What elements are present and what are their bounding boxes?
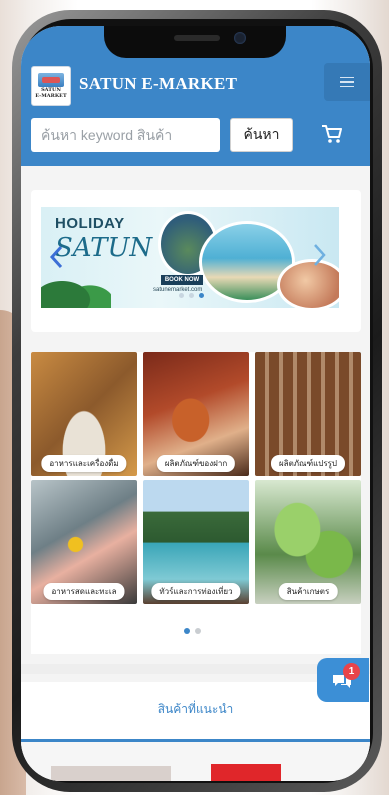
category-fresh-seafood[interactable]: อาหารสดและทะเล (31, 480, 137, 604)
category-label: สินค้าเกษตร (278, 583, 338, 600)
product-preview-strip (21, 742, 370, 781)
camera-icon (234, 32, 246, 44)
recommended-title[interactable]: สินค้าที่แนะนำ (21, 700, 370, 719)
speaker (174, 35, 220, 41)
search-input[interactable] (31, 118, 220, 152)
banner-dot[interactable] (179, 293, 184, 298)
category-grid: อาหารและเครื่องดื่ม ผลิตภัณฑ์ของฝาก ผลิต… (31, 352, 361, 654)
product-thumb[interactable] (51, 766, 171, 781)
phone-screen: SATUN E-MARKET SATUN E-MARKET ค้นหา HOLI… (21, 26, 370, 781)
book-now-label: BOOK NOW (161, 275, 203, 285)
site-title[interactable]: SATUN E-MARKET (79, 74, 237, 94)
banner-script: SATUN (55, 233, 153, 263)
chat-notification-badge: 1 (343, 663, 360, 680)
site-logo[interactable]: SATUN E-MARKET (31, 66, 71, 106)
banner-dot-active[interactable] (199, 293, 204, 298)
category-agriculture[interactable]: สินค้าเกษตร (255, 480, 361, 604)
category-processed-goods[interactable]: ผลิตภัณฑ์แปรรูป (255, 352, 361, 476)
category-pager (184, 628, 201, 634)
banner-title: HOLIDAY (55, 215, 125, 232)
hamburger-menu-button[interactable] (324, 63, 370, 101)
menu-icon (340, 76, 354, 79)
cart-icon[interactable] (321, 124, 343, 144)
category-label: ทัวร์และการท่องเที่ยว (151, 583, 241, 600)
device-mockup: SATUN E-MARKET SATUN E-MARKET ค้นหา HOLI… (0, 0, 389, 795)
category-tours-travel[interactable]: ทัวร์และการท่องเที่ยว (143, 480, 249, 604)
phone-notch (104, 26, 286, 58)
logo-text-line2: E-MARKET (35, 93, 67, 99)
banner-card: HOLIDAY SATUN BOOK NOW satunemarket.com (31, 190, 361, 332)
pager-dot-active[interactable] (184, 628, 190, 634)
category-label: อาหารและเครื่องดื่ม (41, 455, 127, 472)
banner-dot[interactable] (189, 293, 194, 298)
palm-illustration (41, 267, 111, 308)
category-label: ผลิตภัณฑ์แปรรูป (270, 455, 346, 472)
product-thumb[interactable] (211, 764, 281, 781)
search-button[interactable]: ค้นหา (230, 118, 293, 152)
chat-button[interactable]: 1 (317, 658, 369, 702)
category-food-drink[interactable]: อาหารและเครื่องดื่ม (31, 352, 137, 476)
chevron-left-icon[interactable] (49, 245, 65, 269)
category-label: ผลิตภัณฑ์ของฝาก (156, 455, 236, 472)
banner-photo-camera (277, 259, 339, 308)
banner-url: satunemarket.com (153, 287, 203, 293)
promo-banner[interactable]: HOLIDAY SATUN BOOK NOW satunemarket.com (41, 207, 339, 308)
category-souvenirs[interactable]: ผลิตภัณฑ์ของฝาก (143, 352, 249, 476)
logo-icon (38, 73, 64, 87)
pager-dot[interactable] (195, 628, 201, 634)
chevron-right-icon[interactable] (311, 243, 327, 267)
category-label: อาหารสดและทะเล (43, 583, 125, 600)
